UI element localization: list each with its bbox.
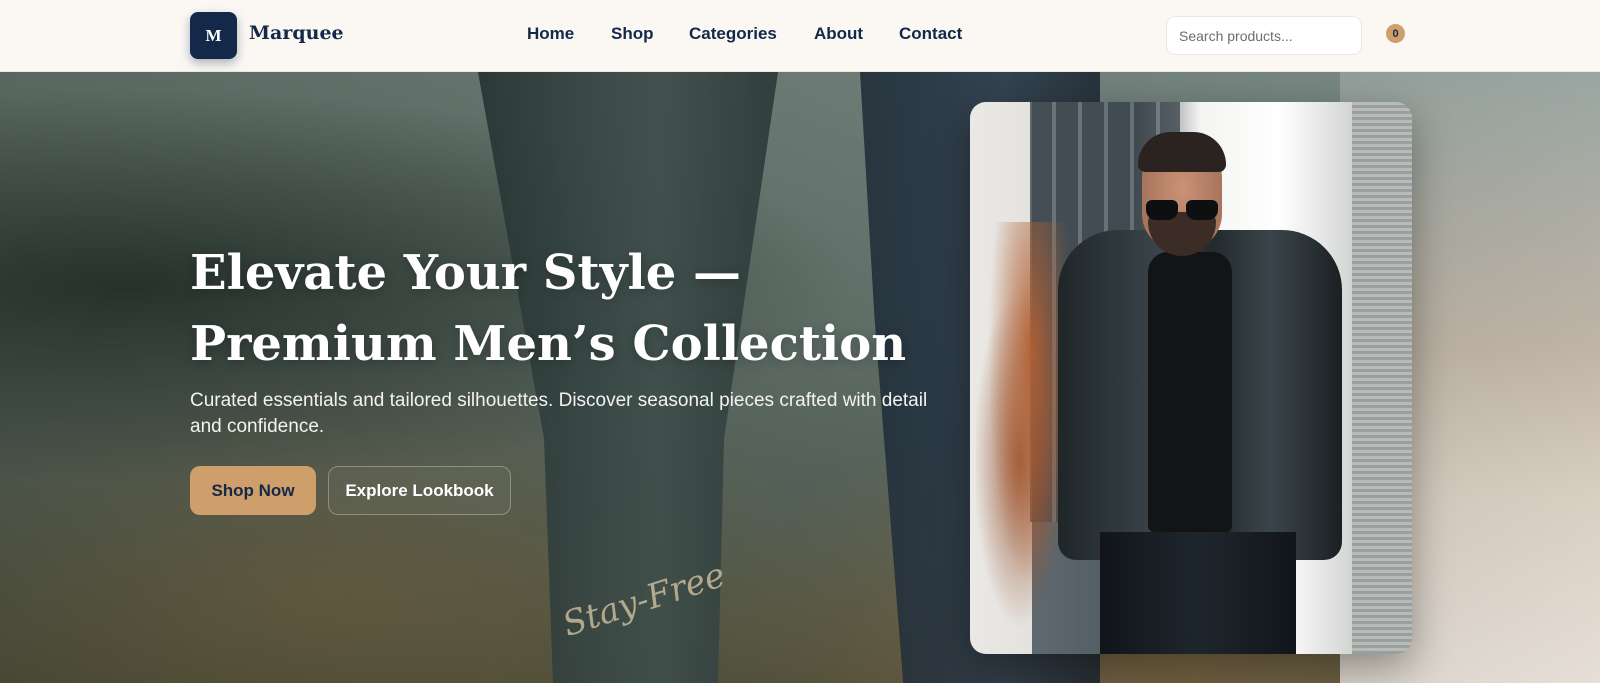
site-header: M Marquee Home Shop Categories About Con… (0, 0, 1600, 72)
cart-count-badge: 0 (1386, 24, 1405, 43)
cart-button[interactable]: 0 (1386, 24, 1406, 44)
search-input[interactable] (1166, 16, 1362, 55)
nav-item-contact[interactable]: Contact (899, 24, 962, 44)
explore-lookbook-button[interactable]: Explore Lookbook (328, 466, 511, 515)
hero-headline: Elevate Your Style — Premium Men’s Colle… (190, 245, 907, 372)
model-turtleneck (1148, 252, 1232, 532)
shop-now-button[interactable]: Shop Now (190, 466, 316, 515)
model-hair (1138, 132, 1226, 172)
hero-section: Stay-Free Elevate Your Style — Premium M… (0, 72, 1600, 683)
nav-item-home[interactable]: Home (527, 24, 574, 44)
photo-blinds (1352, 102, 1412, 654)
hero-product-image (970, 102, 1412, 654)
model-pants (1100, 532, 1296, 654)
model-sunglasses (1146, 200, 1218, 222)
hero-subcopy: Curated essentials and tailored silhouet… (190, 390, 928, 437)
nav-item-shop[interactable]: Shop (611, 24, 654, 44)
nav-item-categories[interactable]: Categories (689, 24, 777, 44)
nav-item-about[interactable]: About (814, 24, 863, 44)
